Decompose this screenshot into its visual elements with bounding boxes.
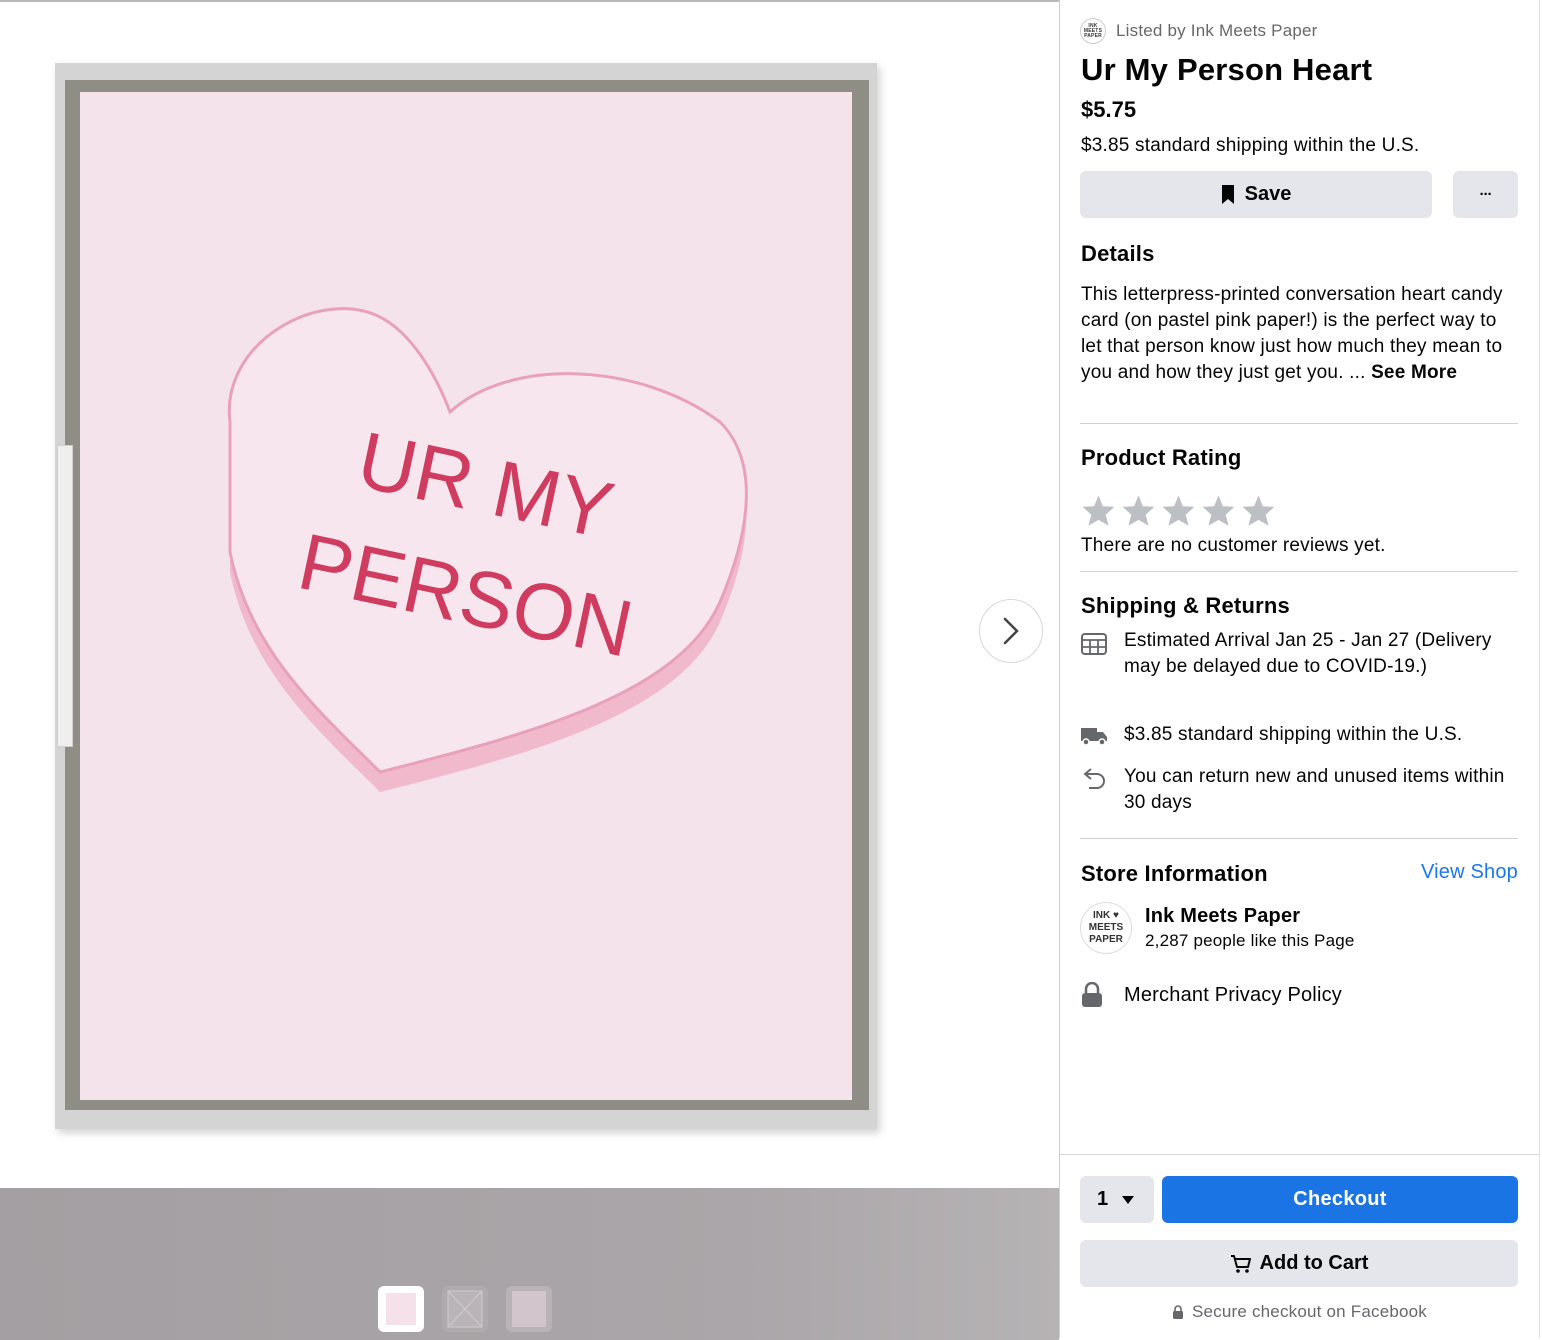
returns-text: You can return new and unused items with… [1124,766,1505,813]
privacy-label: Merchant Privacy Policy [1124,983,1342,1006]
estimated-arrival-row: Estimated Arrival Jan 25 - Jan 27 (Deliv… [1080,628,1520,680]
next-image-button[interactable] [979,599,1043,663]
divider [1080,423,1518,424]
bookmark-icon [1221,185,1234,204]
calendar-icon [1081,633,1107,655]
more-label: ··· [1479,186,1493,203]
listed-by: INK MEETS PAPER Listed by Ink Meets Paper [1080,18,1318,44]
footer-divider [1060,1154,1539,1155]
view-shop-link[interactable]: View Shop [1421,861,1518,884]
quantity-value: 1 [1097,1188,1109,1210]
chevron-right-icon [1003,617,1019,645]
store-logo-line: INK ♥ [1093,910,1119,921]
star-icon [1162,495,1195,526]
returns-row: You can return new and unused items with… [1080,764,1520,816]
shipping-cost-row: $3.85 standard shipping within the U.S. [1080,722,1520,748]
seller-mini-logo[interactable]: INK MEETS PAPER [1080,18,1106,44]
rating-heading: Product Rating [1081,445,1242,470]
checkout-button[interactable]: Checkout [1162,1176,1518,1223]
shipping-summary: $3.85 standard shipping within the U.S. [1081,135,1420,156]
see-more-link[interactable]: See More [1371,362,1457,383]
details-heading: Details [1081,241,1155,266]
star-icon [1082,495,1115,526]
merchant-privacy-link[interactable]: Merchant Privacy Policy [1080,982,1342,1008]
store-likes: 2,287 people like this Page [1145,931,1355,950]
more-options-button[interactable]: ··· [1453,171,1518,218]
thumbnail-1[interactable] [378,1286,424,1332]
card-edge-strip [57,445,73,747]
star-icon [1242,495,1275,526]
save-button[interactable]: Save [1080,171,1432,218]
caret-down-icon [1122,1195,1135,1204]
media-viewer: UR MY PERSON [0,0,1059,1340]
secure-text: Secure checkout on Facebook [1191,1302,1428,1321]
store-name[interactable]: Ink Meets Paper [1145,905,1300,928]
divider [1080,838,1518,839]
product-image: UR MY PERSON [80,92,852,1100]
store-heading: Store Information [1081,861,1268,886]
lock-icon [1172,1304,1183,1319]
star-icon [1202,495,1235,526]
no-reviews-text: There are no customer reviews yet. [1081,535,1386,556]
store-logo[interactable]: INK ♥ MEETS PAPER [1080,902,1132,954]
return-arrow-icon [1083,768,1105,789]
details-description: This letterpress-printed conversation he… [1081,282,1521,386]
arrival-text: Estimated Arrival Jan 25 - Jan 27 (Deliv… [1124,630,1492,677]
save-label: Save [1244,183,1292,205]
truck-icon [1081,728,1107,746]
star-rating [1081,494,1276,527]
star-icon [1122,495,1155,526]
lock-icon [1082,982,1102,1007]
store-logo-line: PAPER [1089,934,1123,945]
thumbnail-3[interactable] [506,1286,552,1332]
cart-icon [1230,1254,1251,1273]
thumbnail-2[interactable] [442,1286,488,1332]
product-price: $5.75 [1081,97,1137,122]
secure-checkout-note: Secure checkout on Facebook [1060,1302,1539,1322]
product-details-panel: INK MEETS PAPER Listed by Ink Meets Paper … [1060,0,1539,1338]
shipping-cost-text: $3.85 standard shipping within the U.S. [1124,724,1463,745]
store-logo-line: MEETS [1088,922,1124,933]
add-to-cart-label: Add to Cart [1259,1252,1369,1274]
shipping-heading: Shipping & Returns [1081,593,1290,618]
add-to-cart-button[interactable]: Add to Cart [1080,1240,1518,1287]
quantity-select[interactable]: 1 [1080,1176,1154,1223]
divider [1080,571,1518,572]
product-title: Ur My Person Heart [1081,52,1373,87]
heart-illustration: UR MY PERSON [227,307,748,792]
pane-edge [1539,0,1540,1338]
listed-by-text: Listed by Ink Meets Paper [1116,21,1318,40]
